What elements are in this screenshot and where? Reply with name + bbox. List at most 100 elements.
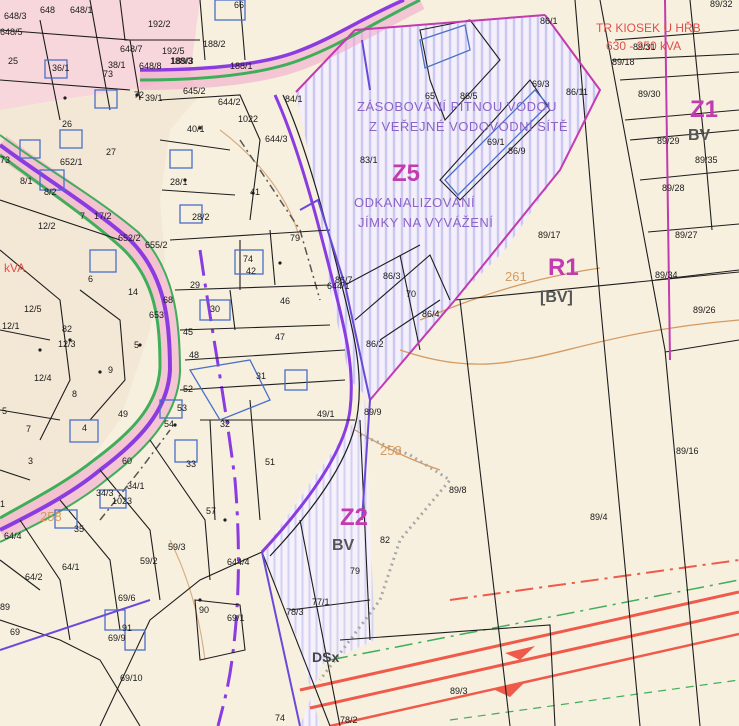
- parcel-number: 14: [128, 287, 139, 297]
- parcel-number: 41: [250, 187, 261, 197]
- parcel-number: 84/1: [285, 94, 303, 104]
- parcel-number: 86/5: [460, 91, 478, 101]
- parcel-number: 59/3: [168, 542, 186, 552]
- parcel-number: 82: [380, 535, 391, 545]
- parcel-number: 34/1: [127, 481, 145, 491]
- parcel-number: 653: [149, 310, 165, 320]
- parcel-number: 33: [186, 459, 197, 469]
- parcel-number: 89/26: [693, 305, 716, 315]
- parcel-number: 73: [0, 155, 11, 165]
- parcel-number: 89/18: [612, 57, 635, 67]
- parcel-number: 69/3: [532, 79, 550, 89]
- parcel-number: 12/4: [34, 373, 52, 383]
- parcel-number: 82: [62, 324, 73, 334]
- parcel-number: 83/1: [360, 155, 378, 165]
- parcel-number: 59/2: [140, 556, 158, 566]
- parcel-number: 86/3: [383, 271, 401, 281]
- note-water-supply-2: Z VEŘEJNÉ VODOVODNÍ SÍTĚ: [369, 119, 569, 134]
- parcel-number: 12/2: [38, 221, 56, 231]
- parcel-number: 644/4: [227, 557, 250, 567]
- parcel-number: 8/2: [44, 187, 57, 197]
- parcel-number: 29: [190, 280, 201, 290]
- parcel-number: 648/3: [4, 11, 27, 21]
- parcel-number: 89/4: [590, 512, 608, 522]
- note-sewerage-2: JÍMKY NA VYVÁŽENÍ: [358, 215, 494, 230]
- parcel-number: 54: [164, 419, 175, 429]
- parcel-number: 46: [280, 296, 291, 306]
- parcel-number: 90: [199, 605, 210, 615]
- parcel-number: 86/4: [422, 309, 440, 319]
- parcel-number: 57: [206, 506, 217, 516]
- parcel-number: 89/30: [638, 89, 661, 99]
- parcel-number: 65: [425, 91, 436, 101]
- parcel-number: 49: [118, 409, 129, 419]
- parcel-number: 69: [10, 627, 21, 637]
- zone-use-z2: BV: [332, 537, 355, 554]
- parcel-number: 192/5: [162, 46, 185, 56]
- zone-label-z5: Z5: [392, 160, 421, 187]
- parcel-number: 89/27: [675, 230, 698, 240]
- parcel-number: 189/3: [171, 56, 194, 66]
- parcel-number: 51: [265, 457, 276, 467]
- parcel-number: 89: [0, 602, 11, 612]
- parcel-number: 26: [62, 119, 73, 129]
- parcel-number: 28/2: [192, 212, 210, 222]
- parcel-number: 69/1: [227, 613, 245, 623]
- zone-use-r1: [BV]: [540, 289, 573, 306]
- parcel-number: 644/1: [327, 281, 350, 291]
- parcel-number: 69/6: [118, 593, 136, 603]
- parcel-number: 89/3: [450, 686, 468, 696]
- parcel-number: 30: [210, 304, 221, 314]
- parcel-number: 12/5: [24, 304, 42, 314]
- parcel-number: 53: [177, 403, 188, 413]
- parcel-number: 79: [350, 566, 361, 576]
- parcel-number: 3: [28, 456, 34, 466]
- parcel-number: 86/1: [540, 16, 558, 26]
- parcel-number: 648: [40, 5, 56, 15]
- parcel-number: 49/1: [317, 409, 335, 419]
- parcel-number: 34/3: [96, 488, 114, 498]
- parcel-number: 5: [2, 406, 8, 416]
- parcel-number: 89/32: [710, 0, 733, 9]
- parcel-number: 1: [0, 499, 6, 509]
- parcel-number: 644/3: [265, 134, 288, 144]
- parcel-number: 12/3: [58, 339, 76, 349]
- parcel-number: 66: [234, 0, 245, 10]
- parcel-number: 89/31: [633, 42, 656, 52]
- parcel-number: 652/2: [118, 233, 141, 243]
- parcel-number: 31: [256, 371, 267, 381]
- parcel-number: 52: [183, 384, 194, 394]
- parcel-number: 40/1: [187, 124, 205, 134]
- contour-label-258-b: 258: [40, 509, 62, 524]
- parcel-number: 652/1: [60, 157, 83, 167]
- transformer-label-1: TR KIOSEK U HŘB: [596, 21, 701, 35]
- parcel-number: 7: [26, 424, 32, 434]
- parcel-number: 64/4: [4, 531, 22, 541]
- parcel-number: 89/8: [449, 485, 467, 495]
- cadastral-map[interactable]: Z1 BV Z2 BV Z5 R1 [BV] ZÁSOBOVÁNÍ PITNOU…: [0, 0, 739, 726]
- parcel-number: 91: [122, 623, 133, 633]
- parcel-number: 42: [246, 266, 257, 276]
- parcel-number: 648/8: [139, 61, 162, 71]
- parcel-number: 648/5: [0, 27, 23, 37]
- parcel-number: 648/7: [120, 44, 143, 54]
- parcel-number: 78/3: [286, 607, 304, 617]
- parcel-number: 8: [72, 389, 78, 399]
- parcel-number: 78/2: [340, 715, 358, 725]
- contour-label-261: 261: [505, 269, 527, 284]
- parcel-number: 89/28: [662, 183, 685, 193]
- parcel-number: 70: [406, 289, 417, 299]
- parcel-number: 188/2: [203, 39, 226, 49]
- note-water-supply-1: ZÁSOBOVÁNÍ PITNOU VODOU: [357, 99, 558, 114]
- parcel-number: 644/2: [218, 97, 241, 107]
- parcel-number: 47: [275, 332, 286, 342]
- parcel-number: 72: [134, 90, 145, 100]
- parcel-number: 68: [163, 295, 174, 305]
- parcel-number: 73: [103, 69, 114, 79]
- parcel-number: 79: [290, 233, 301, 243]
- contour-label-258: 258: [380, 443, 402, 458]
- parcel-number: 6: [88, 274, 94, 284]
- zone-label-r1: R1: [548, 254, 579, 281]
- parcel-number: 4: [82, 423, 88, 433]
- parcel-number: 35: [74, 524, 85, 534]
